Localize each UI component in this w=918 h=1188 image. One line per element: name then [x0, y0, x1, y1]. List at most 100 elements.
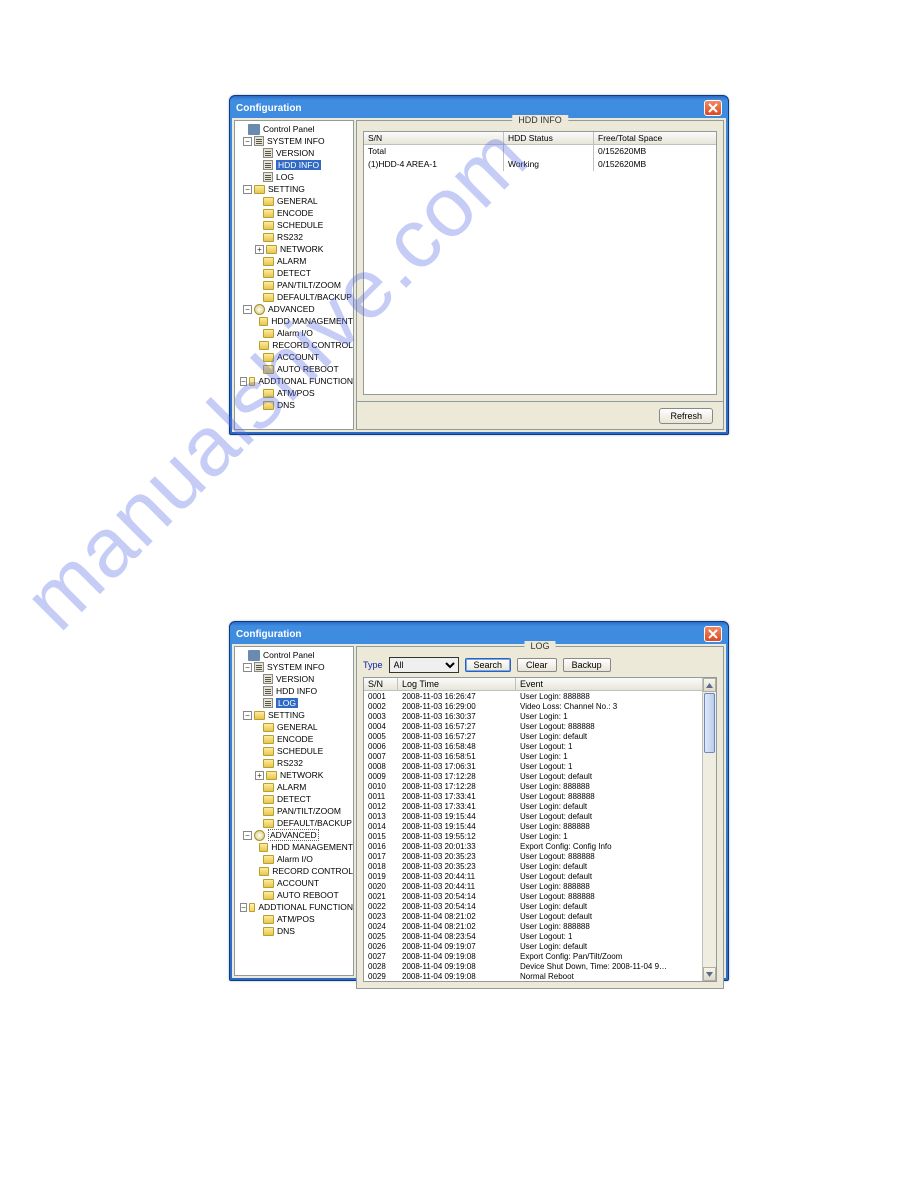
tree-item-network[interactable]: +NETWORK: [235, 243, 353, 255]
table-row[interactable]: 00112008-11-03 17:33:41User Logout: 8888…: [364, 791, 716, 801]
close-button[interactable]: [704, 626, 722, 642]
nav-tree[interactable]: Control Panel − SYSTEM INFO VERSION HDD …: [234, 646, 354, 976]
tree-item-hdd-info[interactable]: HDD INFO: [235, 685, 353, 697]
table-row[interactable]: 00172008-11-03 20:35:23User Logout: 8888…: [364, 851, 716, 861]
tree-item-default-backup[interactable]: DEFAULT/BACKUP: [235, 817, 353, 829]
tree-item-general[interactable]: GENERAL: [235, 721, 353, 733]
scroll-down-button[interactable]: [703, 967, 716, 981]
table-row[interactable]: 00182008-11-03 20:35:23User Login: defau…: [364, 861, 716, 871]
tree-item-record-control[interactable]: RECORD CONTROL: [235, 865, 353, 877]
col-sn[interactable]: S/N: [364, 132, 504, 145]
table-row[interactable]: 00082008-11-03 17:06:31User Logout: 1: [364, 761, 716, 771]
table-row[interactable]: 00262008-11-04 09:19:07User Login: defau…: [364, 941, 716, 951]
tree-item-hdd-mgmt[interactable]: HDD MANAGEMENT: [235, 315, 353, 327]
tree-item-alarm[interactable]: ALARM: [235, 781, 353, 793]
tree-item-alarm-io[interactable]: Alarm I/O: [235, 853, 353, 865]
table-row[interactable]: 00122008-11-03 17:33:41User Login: defau…: [364, 801, 716, 811]
table-row[interactable]: 00102008-11-03 17:12:28User Login: 88888…: [364, 781, 716, 791]
table-row[interactable]: 00212008-11-03 20:54:14User Logout: 8888…: [364, 891, 716, 901]
refresh-button[interactable]: Refresh: [659, 408, 713, 424]
tree-item-atmpos[interactable]: ATM/POS: [235, 387, 353, 399]
table-row[interactable]: 00142008-11-03 19:15:44User Login: 88888…: [364, 821, 716, 831]
table-row[interactable]: 00042008-11-03 16:57:27User Logout: 8888…: [364, 721, 716, 731]
col-status[interactable]: HDD Status: [504, 132, 594, 145]
table-row[interactable]: 00272008-11-04 09:19:08Export Config: Pa…: [364, 951, 716, 961]
tree-item-rs232[interactable]: RS232: [235, 231, 353, 243]
tree-item-alarm-io[interactable]: Alarm I/O: [235, 327, 353, 339]
table-row[interactable]: 00232008-11-04 08:21:02User Logout: defa…: [364, 911, 716, 921]
search-button[interactable]: Search: [465, 658, 512, 672]
clear-button[interactable]: Clear: [517, 658, 557, 672]
table-row[interactable]: 00022008-11-03 16:29:00Video Loss: Chann…: [364, 701, 716, 711]
scroll-up-button[interactable]: [703, 678, 716, 692]
tree-item-hdd-info[interactable]: HDD INFO: [235, 159, 353, 171]
tree-group-advanced[interactable]: − ADVANCED: [235, 303, 353, 315]
tree-item-dns[interactable]: DNS: [235, 925, 353, 937]
col-sn[interactable]: S/N: [364, 678, 398, 691]
table-row[interactable]: 00282008-11-04 09:19:08Device Shut Down,…: [364, 961, 716, 971]
table-row[interactable]: 00052008-11-03 16:57:27User Login: defau…: [364, 731, 716, 741]
tree-item-version[interactable]: VERSION: [235, 673, 353, 685]
table-row[interactable]: 00012008-11-03 16:26:47User Login: 88888…: [364, 691, 716, 701]
tree-item-log[interactable]: LOG: [235, 171, 353, 183]
tree-item-ptz[interactable]: PAN/TILT/ZOOM: [235, 279, 353, 291]
tree-item-auto-reboot[interactable]: AUTO REBOOT: [235, 889, 353, 901]
table-row[interactable]: 00152008-11-03 19:55:12User Login: 1: [364, 831, 716, 841]
tree-group-additional[interactable]: − ADDTIONAL FUNCTION: [235, 901, 353, 913]
tree-item-schedule[interactable]: SCHEDULE: [235, 745, 353, 757]
tree-item-network[interactable]: +NETWORK: [235, 769, 353, 781]
table-row[interactable]: 00222008-11-03 20:54:14User Login: defau…: [364, 901, 716, 911]
table-row[interactable]: 00032008-11-03 16:30:37User Login: 1: [364, 711, 716, 721]
table-row[interactable]: 00132008-11-03 19:15:44User Logout: defa…: [364, 811, 716, 821]
type-select[interactable]: All: [389, 657, 459, 673]
tree-item-ptz[interactable]: PAN/TILT/ZOOM: [235, 805, 353, 817]
table-row[interactable]: 00062008-11-03 16:58:48User Logout: 1: [364, 741, 716, 751]
col-space[interactable]: Free/Total Space: [594, 132, 716, 145]
hdd-table[interactable]: S/N HDD Status Free/Total Space Total0/1…: [363, 131, 717, 395]
titlebar[interactable]: Configuration: [232, 624, 726, 644]
tree-item-atmpos[interactable]: ATM/POS: [235, 913, 353, 925]
scroll-thumb[interactable]: [704, 693, 715, 753]
tree-item-hdd-mgmt[interactable]: HDD MANAGEMENT: [235, 841, 353, 853]
tree-item-detect[interactable]: DETECT: [235, 267, 353, 279]
tree-item-schedule[interactable]: SCHEDULE: [235, 219, 353, 231]
table-row[interactable]: (1)HDD-4 AREA-1Working0/152620MB: [364, 158, 716, 171]
tree-group-system-info[interactable]: − SYSTEM INFO: [235, 135, 353, 147]
table-row[interactable]: 00162008-11-03 20:01:33Export Config: Co…: [364, 841, 716, 851]
col-event[interactable]: Event: [516, 678, 716, 691]
close-button[interactable]: [704, 100, 722, 116]
nav-tree[interactable]: Control Panel − SYSTEM INFO VERSION HDD …: [234, 120, 354, 430]
tree-item-alarm[interactable]: ALARM: [235, 255, 353, 267]
tree-group-advanced[interactable]: − ADVANCED: [235, 829, 353, 841]
tree-root[interactable]: Control Panel: [235, 123, 353, 135]
table-row[interactable]: 00252008-11-04 08:23:54User Logout: 1: [364, 931, 716, 941]
tree-group-additional[interactable]: − ADDTIONAL FUNCTION: [235, 375, 353, 387]
table-row[interactable]: 00202008-11-03 20:44:11User Login: 88888…: [364, 881, 716, 891]
tree-group-setting[interactable]: − SETTING: [235, 709, 353, 721]
tree-item-general[interactable]: GENERAL: [235, 195, 353, 207]
tree-group-setting[interactable]: − SETTING: [235, 183, 353, 195]
titlebar[interactable]: Configuration: [232, 98, 726, 118]
tree-item-account[interactable]: ACCOUNT: [235, 877, 353, 889]
table-row[interactable]: 00242008-11-04 08:21:02User Login: 88888…: [364, 921, 716, 931]
col-time[interactable]: Log Time: [398, 678, 516, 691]
tree-item-encode[interactable]: ENCODE: [235, 207, 353, 219]
table-row[interactable]: Total0/152620MB: [364, 145, 716, 158]
tree-item-log[interactable]: LOG: [235, 697, 353, 709]
table-row[interactable]: 00292008-11-04 09:19:08Normal Reboot: [364, 971, 716, 981]
tree-item-account[interactable]: ACCOUNT: [235, 351, 353, 363]
tree-item-version[interactable]: VERSION: [235, 147, 353, 159]
tree-item-rs232[interactable]: RS232: [235, 757, 353, 769]
table-row[interactable]: 00192008-11-03 20:44:11User Logout: defa…: [364, 871, 716, 881]
log-table[interactable]: S/N Log Time Event 00012008-11-03 16:26:…: [363, 677, 717, 982]
table-row[interactable]: 00072008-11-03 16:58:51User Login: 1: [364, 751, 716, 761]
tree-group-system-info[interactable]: − SYSTEM INFO: [235, 661, 353, 673]
tree-root[interactable]: Control Panel: [235, 649, 353, 661]
vertical-scrollbar[interactable]: [702, 678, 716, 981]
tree-item-dns[interactable]: DNS: [235, 399, 353, 411]
tree-item-detect[interactable]: DETECT: [235, 793, 353, 805]
table-row[interactable]: 00092008-11-03 17:12:28User Logout: defa…: [364, 771, 716, 781]
tree-item-record-control[interactable]: RECORD CONTROL: [235, 339, 353, 351]
tree-item-auto-reboot[interactable]: AUTO REBOOT: [235, 363, 353, 375]
tree-item-default-backup[interactable]: DEFAULT/BACKUP: [235, 291, 353, 303]
